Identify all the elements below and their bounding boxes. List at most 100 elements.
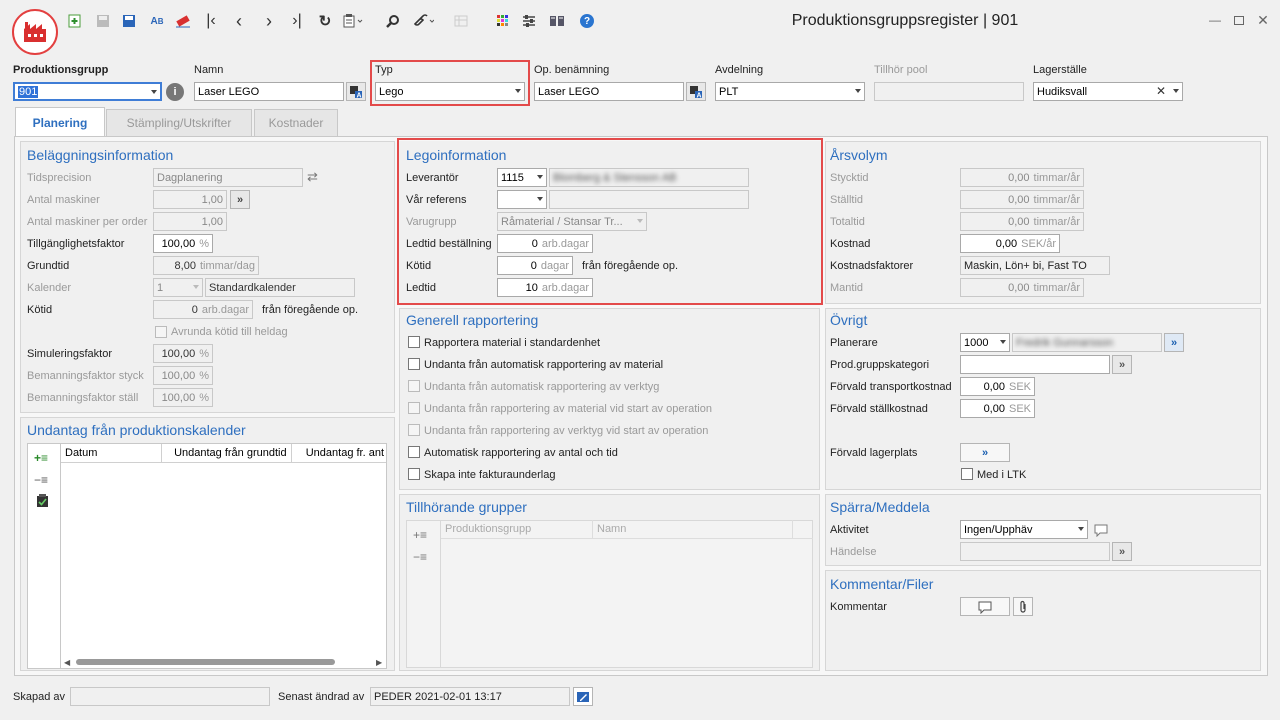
aktivitet-select[interactable]: Ingen/Upphäv — [960, 520, 1088, 539]
grundtid-input[interactable]: 8,00 timmar/dag — [153, 256, 259, 275]
rapportering-checkbox-6[interactable] — [408, 468, 420, 480]
kostnad-input[interactable]: 0,00 SEK/år — [960, 234, 1060, 253]
tillganglighet-value: 100,00 — [161, 237, 196, 250]
tillganglighet-input[interactable]: 100,00% — [153, 234, 213, 253]
leverantor-select[interactable]: 1115 — [497, 168, 547, 187]
ledtid-input[interactable]: 10 arb.dagar — [497, 278, 593, 297]
add-row-icon[interactable]: +≡ — [34, 451, 48, 465]
attachment-button[interactable] — [1013, 597, 1033, 616]
maximize-icon[interactable] — [1230, 11, 1248, 29]
lookup-icon[interactable]: » — [230, 190, 250, 209]
var-referens-select[interactable] — [497, 190, 547, 209]
avdelning-select[interactable]: PLT — [715, 82, 865, 101]
simulering-input[interactable]: 100,00% — [153, 344, 213, 363]
rapportering-checkbox-0[interactable] — [408, 336, 420, 348]
produktionsgrupp-select[interactable]: 901 — [13, 82, 162, 101]
col-antal[interactable]: Undantag fr. ant — [292, 444, 386, 462]
horizontal-scrollbar[interactable] — [76, 659, 335, 665]
rapportering-checkbox-2[interactable] — [408, 380, 420, 392]
spellcheck-icon[interactable]: AB — [146, 10, 168, 32]
translate-icon[interactable]: A — [346, 82, 366, 101]
varugrupp-select[interactable]: Råmaterial / Stansar Tr... — [497, 212, 647, 231]
med-ltk-checkbox[interactable] — [961, 468, 973, 480]
antal-maskiner-input[interactable]: 1,00 — [153, 190, 227, 209]
new-icon[interactable] — [64, 10, 86, 32]
tillhor-pool-input[interactable] — [874, 82, 1024, 101]
swap-icon[interactable]: ⇄ — [307, 169, 318, 185]
typ-select[interactable]: Lego — [375, 82, 525, 101]
planerare-code: 1000 — [964, 336, 989, 349]
tab-stampling[interactable]: Stämpling/Utskrifter — [106, 109, 252, 136]
clipboard-check-icon[interactable] — [36, 494, 49, 511]
avrunda-checkbox[interactable] — [155, 326, 167, 338]
transport-input[interactable]: 0,00 SEK — [960, 377, 1035, 396]
namn-input[interactable]: Laser LEGO — [194, 82, 344, 101]
tab-kostnader[interactable]: Kostnader — [254, 109, 338, 136]
kategori-lookup-icon[interactable]: » — [1112, 355, 1132, 374]
stalltid-input[interactable]: 0,00 timmar/år — [960, 190, 1084, 209]
scroll-left-icon[interactable]: ◀ — [64, 658, 70, 667]
save-disabled-icon[interactable] — [92, 10, 114, 32]
rapportering-checkbox-4[interactable] — [408, 424, 420, 436]
stycktid-input[interactable]: 0,00 timmar/år — [960, 168, 1084, 187]
previous-record-icon[interactable]: ‹ — [228, 10, 250, 32]
mantid-input[interactable]: 0,00 timmar/år — [960, 278, 1084, 297]
stall-input[interactable]: 0,00 SEK — [960, 399, 1035, 418]
bem-stall-input[interactable]: 100,00% — [153, 388, 213, 407]
scroll-right-icon[interactable]: ▶ — [376, 658, 382, 667]
handelse-input[interactable] — [960, 542, 1110, 561]
varugrupp-value: Råmaterial / Stansar Tr... — [501, 215, 623, 228]
col-datum[interactable]: Datum — [61, 444, 163, 462]
op-benamning-input[interactable]: Laser LEGO — [534, 82, 684, 101]
kalender-select[interactable]: 1 — [153, 278, 203, 297]
settings-list-icon[interactable] — [518, 10, 540, 32]
lagerplats-button[interactable]: » — [960, 443, 1010, 462]
help-icon[interactable]: ? — [576, 10, 598, 32]
lagerstalle-select[interactable]: Hudiksvall ✕ — [1033, 82, 1183, 101]
kommentar-title: Kommentar/Filer — [830, 576, 934, 592]
search-icon[interactable] — [382, 10, 404, 32]
planerare-select[interactable]: 1000 — [960, 333, 1010, 352]
antal-maskiner-order-input[interactable]: 1,00 — [153, 212, 227, 231]
link-icon[interactable] — [412, 10, 434, 32]
edit-history-icon[interactable] — [573, 687, 593, 706]
totaltid-input[interactable]: 0,00 timmar/år — [960, 212, 1084, 231]
comment-icon[interactable] — [1093, 523, 1109, 540]
next-record-icon[interactable]: › — [258, 10, 280, 32]
bem-styck-input[interactable]: 100,00% — [153, 366, 213, 385]
tidsprecision-input[interactable]: Dagplanering — [153, 168, 303, 187]
clipboard-icon[interactable] — [342, 10, 364, 32]
first-record-icon[interactable]: |‹ — [200, 10, 222, 32]
kategori-input[interactable] — [960, 355, 1110, 374]
info-icon[interactable]: i — [166, 83, 184, 101]
kotid-input[interactable]: 0 arb.dagar — [153, 300, 253, 319]
clear-icon[interactable]: ✕ — [1156, 84, 1166, 98]
planerare-lookup-icon[interactable]: » — [1164, 333, 1184, 352]
grid-disabled-icon[interactable] — [450, 10, 472, 32]
refresh-icon[interactable]: ↻ — [314, 10, 336, 32]
remove-row-icon[interactable]: −≡ — [413, 550, 427, 564]
translate-icon[interactable]: A — [686, 82, 706, 101]
lego-kotid-input[interactable]: 0 dagar — [497, 256, 573, 275]
handelse-lookup-icon[interactable]: » — [1112, 542, 1132, 561]
save-icon[interactable] — [118, 10, 140, 32]
rapportering-checkbox-1[interactable] — [408, 358, 420, 370]
ledtid-bestallning-input[interactable]: 0 arb.dagar — [497, 234, 593, 253]
add-row-icon[interactable]: +≡ — [413, 528, 427, 542]
col-namn[interactable]: Namn — [593, 520, 793, 538]
eraser-icon[interactable] — [172, 10, 194, 32]
book-icon[interactable] — [546, 10, 568, 32]
app-logo[interactable] — [12, 9, 58, 55]
color-grid-icon[interactable] — [492, 10, 514, 32]
lego-kotid-label: Kötid — [406, 260, 432, 272]
kommentar-button[interactable] — [960, 597, 1010, 616]
col-produktionsgrupp[interactable]: Produktionsgrupp — [441, 520, 593, 538]
tab-planering[interactable]: Planering — [15, 107, 105, 137]
remove-row-icon[interactable]: −≡ — [34, 473, 48, 487]
col-grundtid[interactable]: Undantag från grundtid — [162, 444, 292, 462]
rapportering-checkbox-5[interactable] — [408, 446, 420, 458]
close-icon[interactable]: ✕ — [1254, 11, 1272, 29]
last-record-icon[interactable]: ›| — [286, 10, 308, 32]
rapportering-checkbox-3[interactable] — [408, 402, 420, 414]
minimize-icon[interactable]: — — [1206, 11, 1224, 29]
